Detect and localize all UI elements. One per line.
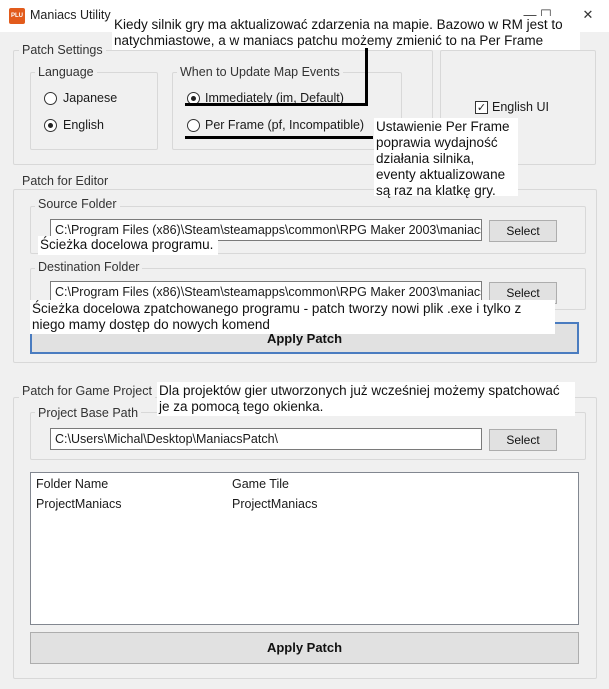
- cell-folder-name: ProjectManiacs: [36, 497, 122, 511]
- english-ui-label: English UI: [492, 100, 549, 114]
- base-path-field[interactable]: C:\Users\Michal\Desktop\ManiacsPatch\: [50, 428, 482, 450]
- destination-note: Ścieżka docelowa zpatchowanego programu …: [30, 300, 555, 334]
- base-path-label: Project Base Path: [35, 406, 142, 421]
- destination-folder-label: Destination Folder: [35, 260, 143, 275]
- game-apply-patch-button[interactable]: Apply Patch: [30, 632, 579, 664]
- patch-editor-label: Patch for Editor: [19, 174, 112, 189]
- radio-english[interactable]: [44, 119, 57, 132]
- annotation-underline-per-frame: [185, 136, 373, 139]
- app-icon: PLU: [9, 8, 25, 24]
- language-label: Language: [35, 65, 97, 80]
- cell-game-title: ProjectManiacs: [232, 497, 318, 511]
- table-row[interactable]: ProjectManiacs ProjectManiacs: [31, 494, 578, 514]
- window-title: Maniacs Utility: [30, 8, 111, 22]
- patch-settings-label: Patch Settings: [19, 43, 106, 58]
- close-button[interactable]: ✕: [578, 6, 598, 24]
- patch-game-label: Patch for Game Project: [19, 384, 155, 399]
- map-events-note: Kiedy silnik gry ma aktualizować zdarzen…: [112, 16, 580, 50]
- map-events-label: When to Update Map Events: [177, 65, 343, 80]
- source-select-button[interactable]: Select: [489, 220, 557, 242]
- radio-english-label: English: [63, 118, 104, 132]
- language-group: [30, 72, 158, 150]
- radio-per-frame-label: Per Frame (pf, Incompatible): [205, 118, 365, 132]
- source-folder-label: Source Folder: [35, 197, 120, 212]
- annotation-pointer-line: [365, 48, 368, 106]
- radio-per-frame[interactable]: [187, 119, 200, 132]
- radio-japanese[interactable]: [44, 92, 57, 105]
- source-note: Ścieżka docelowa programu.: [38, 236, 218, 255]
- english-ui-checkbox[interactable]: ✓: [475, 101, 488, 114]
- column-header-folder-name[interactable]: Folder Name: [36, 477, 108, 492]
- annotation-underline-immediately: [185, 103, 368, 106]
- per-frame-note: Ustawienie Per Frame poprawia wydajność …: [374, 118, 518, 198]
- column-header-game-title[interactable]: Game Tile: [232, 477, 289, 492]
- game-project-note: Dla projektów gier utworzonych już wcześ…: [157, 382, 575, 416]
- base-path-select-button[interactable]: Select: [489, 429, 557, 451]
- radio-japanese-label: Japanese: [63, 91, 118, 105]
